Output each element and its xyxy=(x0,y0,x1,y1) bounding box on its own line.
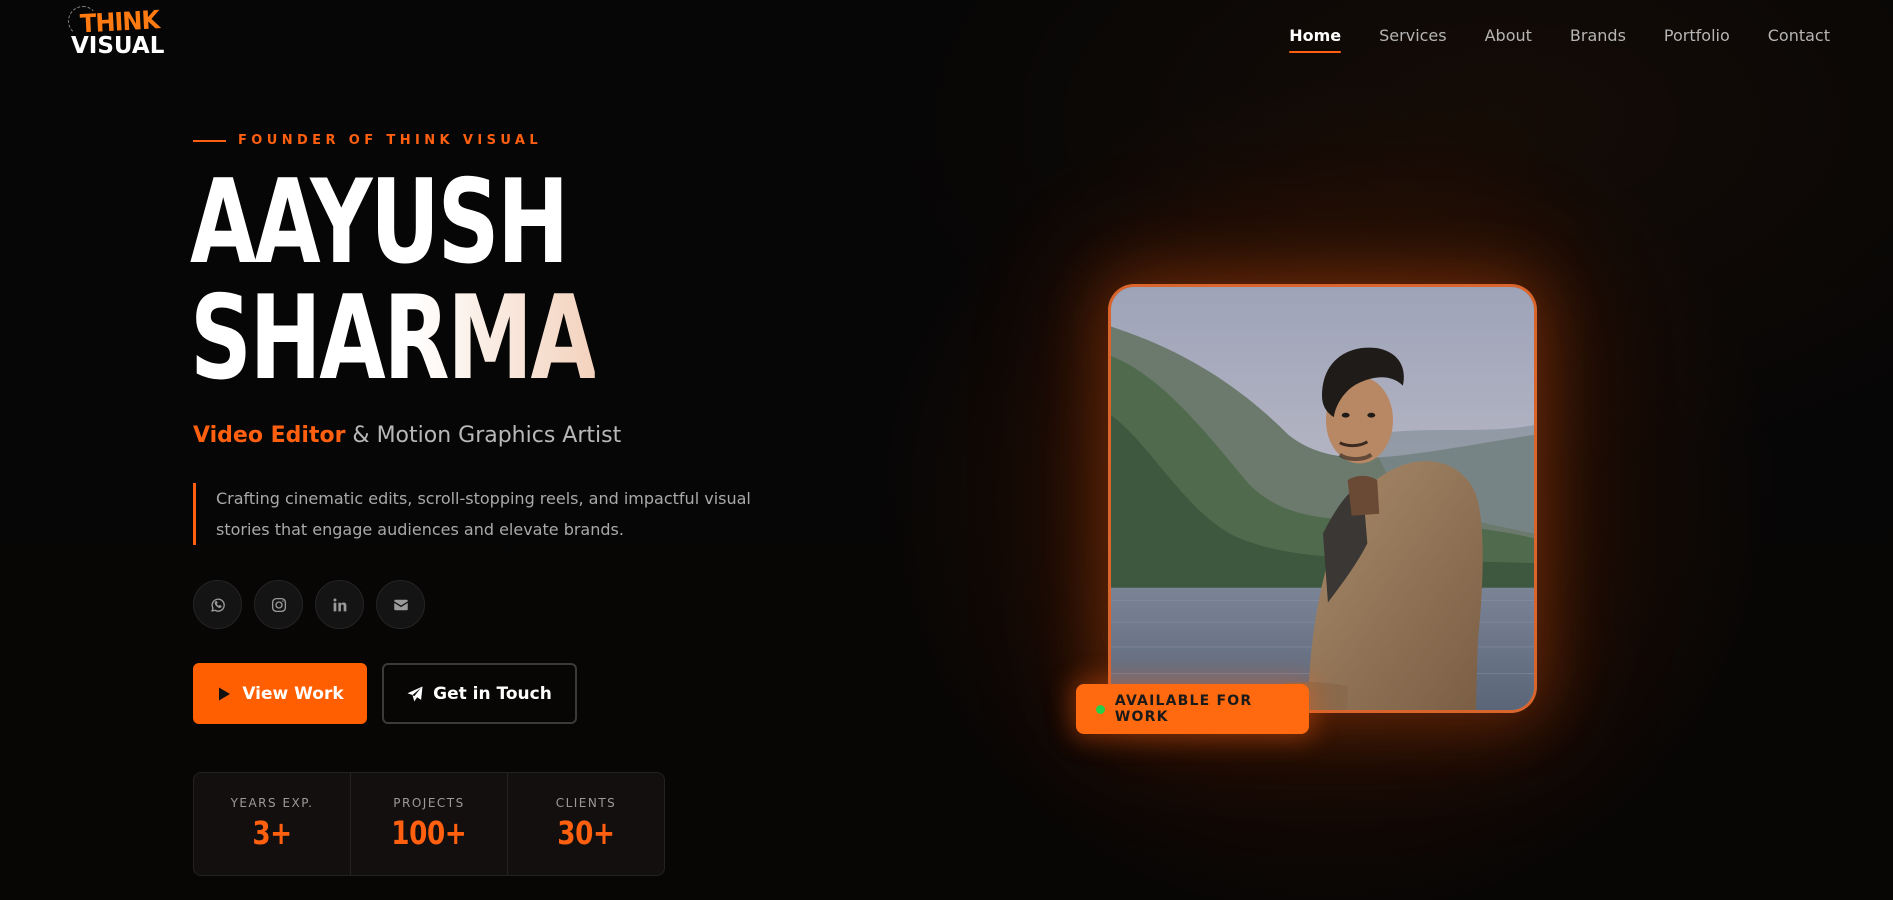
availability-text: AVAILABLE FOR WORK xyxy=(1114,693,1253,725)
status-dot-icon xyxy=(1096,704,1105,714)
portrait-illustration xyxy=(1111,287,1534,710)
stat-value: 3+ xyxy=(252,814,292,852)
nav-item-brands[interactable]: Brands xyxy=(1570,26,1626,53)
email-link[interactable] xyxy=(376,580,425,629)
stat-label: YEARS EXP. xyxy=(230,796,314,810)
view-work-label: View Work xyxy=(242,683,344,704)
stat-clients: CLIENTS 30+ xyxy=(508,773,664,875)
hero-page: THINK VISUAL Home Services About Brands … xyxy=(0,0,1893,900)
think-visual-logo[interactable]: THINK VISUAL xyxy=(68,5,165,59)
get-in-touch-label: Get in Touch xyxy=(433,683,552,704)
stat-value: 30+ xyxy=(557,814,615,852)
whatsapp-icon xyxy=(210,598,225,612)
role-accent: Video Editor xyxy=(193,423,346,448)
profile-photo xyxy=(1108,284,1537,713)
stat-projects: PROJECTS 100+ xyxy=(351,773,508,875)
linkedin-link[interactable] xyxy=(315,580,364,629)
whatsapp-link[interactable] xyxy=(193,580,242,629)
social-links xyxy=(193,580,425,629)
get-in-touch-button[interactable]: Get in Touch xyxy=(382,663,577,724)
linkedin-icon xyxy=(332,597,346,611)
view-work-button[interactable]: View Work xyxy=(193,663,367,724)
nav-item-contact[interactable]: Contact xyxy=(1768,26,1830,53)
play-icon xyxy=(219,687,231,700)
stat-label: PROJECTS xyxy=(393,796,465,810)
eyebrow-text: FOUNDER OF THINK VISUAL xyxy=(238,133,543,148)
instagram-icon xyxy=(271,597,286,612)
instagram-link[interactable] xyxy=(254,580,303,629)
paper-plane-icon xyxy=(407,686,423,701)
stat-label: CLIENTS xyxy=(555,796,617,810)
availability-badge: AVAILABLE FOR WORK xyxy=(1076,684,1309,734)
logo-text-visual: VISUAL xyxy=(71,33,165,59)
hero-description: Crafting cinematic edits, scroll-stoppin… xyxy=(193,483,753,545)
stats-panel: YEARS EXP. 3+ PROJECTS 100+ CLIENTS 30+ xyxy=(193,772,665,876)
eyebrow-line xyxy=(193,139,226,142)
hero-name-last: SHARMA xyxy=(190,271,597,406)
stat-years: YEARS EXP. 3+ xyxy=(194,773,351,875)
role-rest: & Motion Graphics Artist xyxy=(345,423,622,448)
nav-item-home[interactable]: Home xyxy=(1289,26,1341,53)
nav-item-services[interactable]: Services xyxy=(1379,26,1446,53)
hero-eyebrow: FOUNDER OF THINK VISUAL xyxy=(193,133,542,148)
hero-role: Video Editor & Motion Graphics Artist xyxy=(193,423,621,448)
nav-item-portfolio[interactable]: Portfolio xyxy=(1664,26,1730,53)
hero-name-first: AAYUSH xyxy=(190,155,569,290)
stat-value: 100+ xyxy=(391,814,467,852)
nav-item-about[interactable]: About xyxy=(1485,26,1532,53)
mail-icon xyxy=(393,599,408,610)
hero-name: AAYUSH SHARMA xyxy=(190,155,597,406)
main-nav: Home Services About Brands Portfolio Con… xyxy=(1289,26,1830,53)
